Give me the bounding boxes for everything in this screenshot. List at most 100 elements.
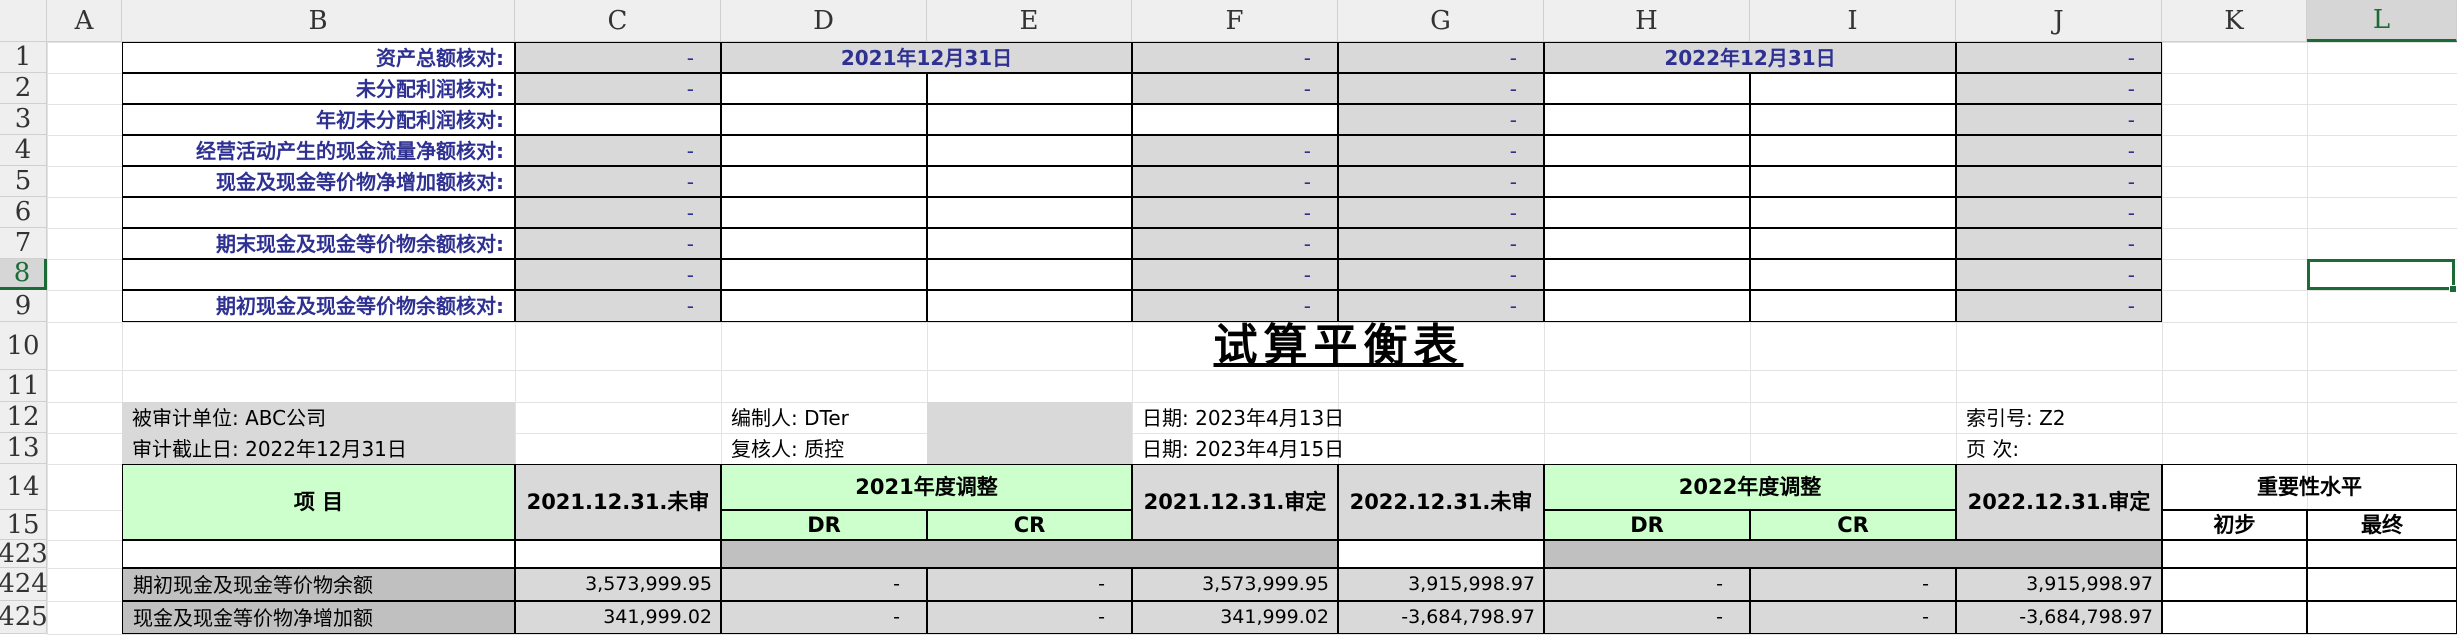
blank-cell xyxy=(515,540,721,568)
header-2022-audited: 2022.12.31.审定 xyxy=(1956,464,2162,540)
check-label: 资产总额核对: xyxy=(122,42,515,73)
check-cell xyxy=(1750,135,1956,166)
sheet-title: 试算平衡表 xyxy=(1213,320,1464,371)
header-2022-adjustment: 2022年度调整 xyxy=(1544,464,1956,510)
check-cell xyxy=(927,290,1132,322)
check-cell xyxy=(927,135,1132,166)
check-value-c: - xyxy=(515,259,721,290)
index-number: 索引号: Z2 xyxy=(1966,405,2066,430)
check-cell xyxy=(927,228,1132,259)
fill-handle[interactable] xyxy=(2449,285,2457,293)
row-header-11[interactable]: 11 xyxy=(0,370,47,402)
header-2022-dr: DR xyxy=(1544,510,1750,540)
check-cell xyxy=(721,73,927,104)
row-header-424[interactable]: 424 xyxy=(0,568,48,601)
check-cell xyxy=(721,166,927,197)
check-cell xyxy=(721,104,927,135)
value-2021-cr: - xyxy=(927,601,1132,634)
check-value-f: - xyxy=(1132,42,1338,73)
row-header-1[interactable]: 1 xyxy=(0,42,47,73)
check-cell xyxy=(1750,166,1956,197)
column-header-G[interactable]: G xyxy=(1338,0,1544,42)
row-header-425[interactable]: 425 xyxy=(0,601,48,634)
check-value-g: - xyxy=(1338,228,1544,259)
gridline xyxy=(47,634,2457,635)
check-value-g: - xyxy=(1338,197,1544,228)
materiality-initial-cell xyxy=(2162,568,2307,601)
page-number: 页 次: xyxy=(1966,436,2020,461)
check-cell xyxy=(721,135,927,166)
check-cell xyxy=(1544,228,1750,259)
check-label xyxy=(122,259,515,290)
row-header-423[interactable]: 423 xyxy=(0,539,48,569)
row-header-3[interactable]: 3 xyxy=(0,104,47,135)
header-materiality-initial: 初步 xyxy=(2162,510,2307,540)
date-2021: 2021年12月31日 xyxy=(721,42,1132,73)
select-all-corner[interactable] xyxy=(0,0,47,42)
column-header-A[interactable]: A xyxy=(47,0,122,42)
check-value-f: - xyxy=(1132,73,1338,104)
reviewer: 复核人: 质控 xyxy=(731,436,845,461)
check-value-j: - xyxy=(1956,42,2162,73)
row-header-14[interactable]: 14 xyxy=(0,464,47,510)
materiality-final-cell xyxy=(2307,601,2457,634)
check-cell xyxy=(1544,104,1750,135)
row-label: 期初现金及现金等价物余额 xyxy=(122,568,515,601)
check-value-c: - xyxy=(515,135,721,166)
check-value-c: - xyxy=(515,73,721,104)
check-cell xyxy=(1750,290,1956,322)
row-header-4[interactable]: 4 xyxy=(0,135,47,166)
blank-cell xyxy=(122,540,515,568)
row-header-8[interactable]: 8 xyxy=(0,258,47,290)
check-value-c: - xyxy=(515,166,721,197)
check-label xyxy=(122,197,515,228)
column-header-H[interactable]: H xyxy=(1544,0,1750,42)
check-label: 未分配利润核对: xyxy=(122,73,515,104)
check-value-g: - xyxy=(1338,104,1544,135)
header-2021-unaudited: 2021.12.31.未审 xyxy=(515,464,721,540)
value-2022-cr: - xyxy=(1750,601,1956,634)
selected-cell-L8[interactable] xyxy=(2307,259,2455,290)
row-header-2[interactable]: 2 xyxy=(0,73,47,104)
value-2021-cr: - xyxy=(927,568,1132,601)
check-label: 现金及现金等价物净增加额核对: xyxy=(122,166,515,197)
check-cell xyxy=(1544,290,1750,322)
check-cell xyxy=(1750,228,1956,259)
check-cell xyxy=(1750,73,1956,104)
row-header-15[interactable]: 15 xyxy=(0,510,47,540)
blank-cell xyxy=(1338,540,1544,568)
column-header-J[interactable]: J xyxy=(1956,0,2162,42)
gridline xyxy=(47,42,48,634)
row-header-5[interactable]: 5 xyxy=(0,166,47,197)
row-header-13[interactable]: 13 xyxy=(0,433,47,464)
row-header-9[interactable]: 9 xyxy=(0,290,47,322)
column-header-I[interactable]: I xyxy=(1750,0,1956,42)
check-value-f: - xyxy=(1132,259,1338,290)
row-header-7[interactable]: 7 xyxy=(0,228,47,259)
column-header-K[interactable]: K xyxy=(2162,0,2307,42)
column-header-C[interactable]: C xyxy=(515,0,721,42)
check-label: 年初未分配利润核对: xyxy=(122,104,515,135)
check-cell xyxy=(721,228,927,259)
column-header-D[interactable]: D xyxy=(721,0,927,42)
row-header-6[interactable]: 6 xyxy=(0,197,47,228)
audit-cutoff-date: 审计截止日: 2022年12月31日 xyxy=(122,433,515,464)
check-cell xyxy=(1544,259,1750,290)
check-value-f: - xyxy=(1132,197,1338,228)
check-cell xyxy=(927,73,1132,104)
row-header-12[interactable]: 12 xyxy=(0,402,47,433)
column-header-E[interactable]: E xyxy=(927,0,1132,42)
check-value-c xyxy=(515,104,721,135)
blank-cell xyxy=(721,540,1338,568)
date-2022: 2022年12月31日 xyxy=(1544,42,1956,73)
header-2021-audited: 2021.12.31.审定 xyxy=(1132,464,1338,540)
row-header-10[interactable]: 10 xyxy=(0,322,47,370)
blank-cell xyxy=(1544,540,2162,568)
value-2021-audited: 3,573,999.95 xyxy=(1132,568,1338,601)
column-header-F[interactable]: F xyxy=(1132,0,1338,42)
column-header-L[interactable]: L xyxy=(2307,0,2457,42)
check-cell xyxy=(721,290,927,322)
header-materiality: 重要性水平 xyxy=(2162,464,2457,510)
column-header-B[interactable]: B xyxy=(122,0,515,42)
value-2021-dr: - xyxy=(721,601,927,634)
